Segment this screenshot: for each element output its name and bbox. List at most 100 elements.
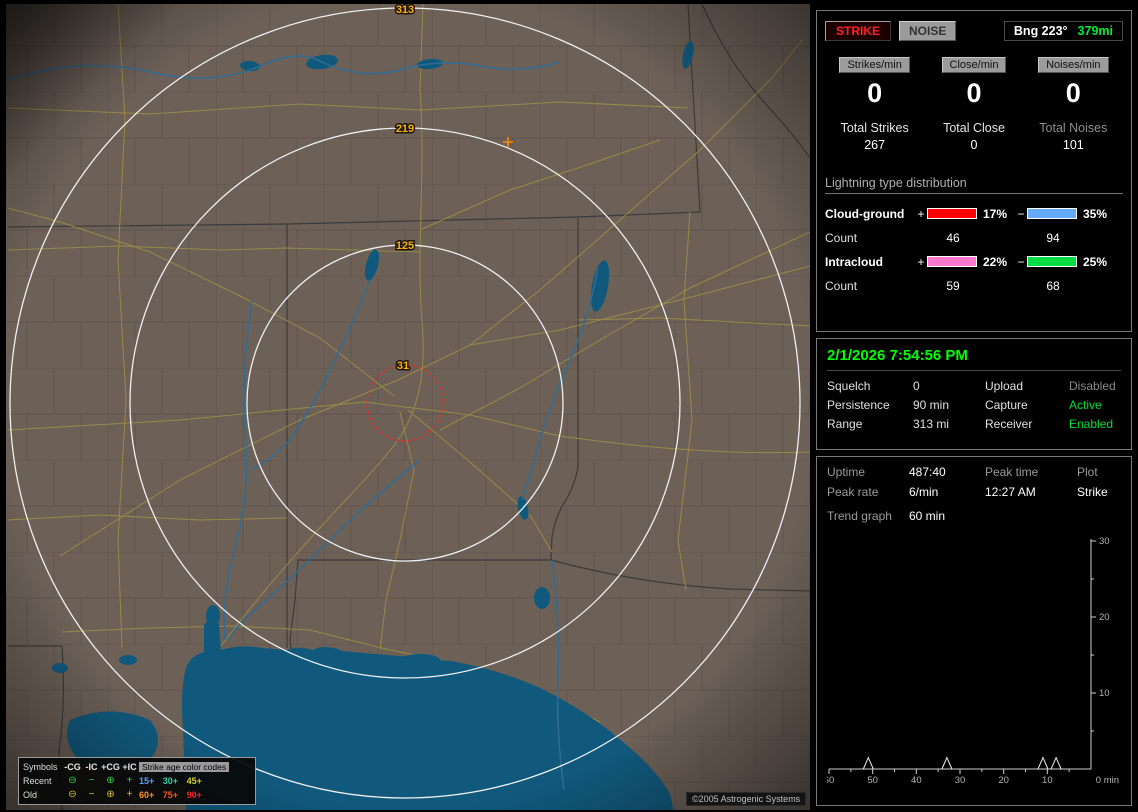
total-noises-label: Total Noises (1039, 120, 1108, 135)
rate-chip-row: Strikes/min Close/min Noises/min (825, 55, 1123, 73)
total-strikes-value: 267 (864, 137, 886, 152)
receiver-status: Enabled (1069, 417, 1114, 431)
intracloud-negative-count: 68 (1046, 278, 1060, 293)
totals-value-row: 267 0 101 (825, 138, 1123, 152)
mode-row: STRIKE NOISE Bng 223° 379mi (825, 21, 1123, 41)
close-per-min-chip: Close/min (941, 57, 1007, 73)
intracloud-label: Intracloud (825, 254, 884, 269)
uptime-value: 487:40 (909, 465, 946, 479)
persistence-label: Persistence (827, 398, 890, 412)
cloud-ground-positive-count: 46 (946, 230, 960, 245)
status-grid: Squelch 0 Upload Disabled Persistence 90… (827, 379, 1121, 431)
copyright-label: ©2005 Astrogenic Systems (686, 792, 807, 806)
old-age-codes: 60+ 75+ 90+ (139, 790, 202, 800)
peak-time-label: Peak time (985, 465, 1039, 479)
legend-old-row: Old ⊖ − ⊕ + 60+ 75+ 90+ (23, 788, 251, 802)
rate-value-row: 0 0 0 (825, 78, 1123, 109)
svg-text:20: 20 (1099, 612, 1110, 623)
legend-col-neg-cg: -CG (64, 762, 81, 772)
svg-text:50: 50 (867, 775, 878, 786)
recent-neg-ic-icon: − (88, 775, 95, 786)
count-label: Count (825, 230, 858, 245)
plot-label: Plot (1077, 465, 1098, 479)
cloud-ground-label: Cloud-ground (825, 206, 905, 221)
upload-label: Upload (985, 379, 1024, 393)
uptime-label: Uptime (827, 465, 866, 479)
peak-time-value: 12:27 AM (985, 485, 1036, 499)
squelch-value: 0 (913, 379, 920, 393)
peak-rate-value: 6/min (909, 485, 939, 499)
bearing-readout: Bng 223° 379mi (1003, 21, 1123, 41)
trend-window-value: 60 min (909, 509, 946, 523)
receiver-label: Receiver (985, 417, 1033, 431)
upload-status: Disabled (1069, 379, 1116, 393)
sidebar: STRIKE NOISE Bng 223° 379mi Strikes/min … (816, 10, 1132, 806)
intracloud-positive-count: 59 (946, 278, 960, 293)
map-legend: Symbols -CG -IC +CG +IC Strike age color… (18, 757, 256, 805)
cloud-ground-negative-count: 94 (1046, 230, 1060, 245)
svg-text:125: 125 (396, 240, 414, 252)
cloud-ground-positive-pct: 17% (983, 206, 1008, 221)
cloud-ground-negative-pct: 35% (1083, 206, 1108, 221)
legend-header-row: Symbols -CG -IC +CG +IC Strike age color… (23, 760, 251, 774)
bearing-value: Bng 223° (1013, 24, 1068, 38)
count-label: Count (825, 278, 858, 293)
peak-rate-label: Peak rate (827, 485, 879, 499)
cloud-ground-negative-bar (1027, 208, 1077, 220)
legend-symbols-label: Symbols (23, 762, 58, 772)
svg-text:20: 20 (998, 775, 1009, 786)
status-panel: 2/1/2026 7:54:56 PM Squelch 0 Upload Dis… (816, 338, 1132, 450)
old-pos-cg-icon: ⊕ (106, 789, 115, 800)
legend-col-pos-cg: +CG (101, 762, 120, 772)
recent-neg-cg-icon: ⊖ (68, 775, 77, 786)
intracloud-positive-bar (927, 256, 977, 268)
svg-text:313: 313 (396, 4, 414, 16)
distribution-title: Lightning type distribution (825, 176, 1123, 194)
strikes-per-min-value: 0 (867, 78, 883, 108)
capture-status: Active (1069, 398, 1102, 412)
intracloud-negative-pct: 25% (1083, 254, 1108, 269)
strikes-per-min-chip: Strikes/min (839, 57, 910, 73)
total-strikes-label: Total Strikes (840, 120, 909, 135)
svg-text:30: 30 (1099, 536, 1110, 547)
legend-recent-row: Recent ⊖ − ⊕ + 15+ 30+ 45+ (23, 774, 251, 788)
trend-graph-label: Trend graph (827, 509, 892, 523)
legend-recent-label: Recent (23, 776, 52, 786)
plus-sign: + (917, 206, 925, 221)
old-neg-cg-icon: ⊖ (68, 789, 77, 800)
noises-per-min-chip: Noises/min (1038, 57, 1109, 73)
svg-text:10: 10 (1042, 775, 1053, 786)
strike-stats-panel: STRIKE NOISE Bng 223° 379mi Strikes/min … (816, 10, 1132, 332)
totals-label-row: Total Strikes Total Close Total Noises (825, 121, 1123, 135)
close-per-min-value: 0 (966, 78, 982, 108)
total-close-value: 0 (970, 137, 978, 152)
lightning-map[interactable]: 313 219 125 31 (0, 0, 812, 812)
recent-age-codes: 15+ 30+ 45+ (139, 776, 202, 786)
persistence-value: 90 min (913, 398, 950, 412)
minus-sign: − (1017, 206, 1025, 221)
range-value: 313 mi (913, 417, 950, 431)
distribution-grid: Cloud-ground + 17% − 35% Count 46 94 Int… (825, 202, 1123, 298)
nexstorm-window: 313 219 125 31 Symbols -CG -IC +CG +IC S… (0, 0, 1138, 812)
svg-text:10: 10 (1099, 688, 1110, 699)
trend-panel: Uptime 487:40 Peak time Plot Peak rate 6… (816, 456, 1132, 806)
recent-pos-ic-icon: + (126, 775, 133, 786)
svg-text:0 min: 0 min (1096, 775, 1119, 786)
legend-age-title: Strike age color codes (139, 762, 230, 772)
intracloud-negative-bar (1027, 256, 1077, 268)
svg-text:31: 31 (397, 360, 409, 372)
bearing-range-value: 379mi (1077, 24, 1113, 38)
legend-col-neg-ic: -IC (85, 762, 98, 772)
svg-text:30: 30 (955, 775, 966, 786)
plot-value: Strike (1077, 485, 1108, 499)
svg-text:40: 40 (911, 775, 922, 786)
noise-mode-button[interactable]: NOISE (899, 21, 957, 41)
total-close-label: Total Close (943, 120, 1005, 135)
plus-sign: + (917, 254, 925, 269)
strike-mode-button[interactable]: STRIKE (825, 21, 892, 41)
intracloud-positive-pct: 22% (983, 254, 1008, 269)
stats-grid: Uptime 487:40 Peak time Plot Peak rate 6… (827, 465, 1121, 499)
svg-text:219: 219 (396, 123, 414, 135)
total-noises-value: 101 (1062, 137, 1084, 152)
old-neg-ic-icon: − (88, 789, 95, 800)
